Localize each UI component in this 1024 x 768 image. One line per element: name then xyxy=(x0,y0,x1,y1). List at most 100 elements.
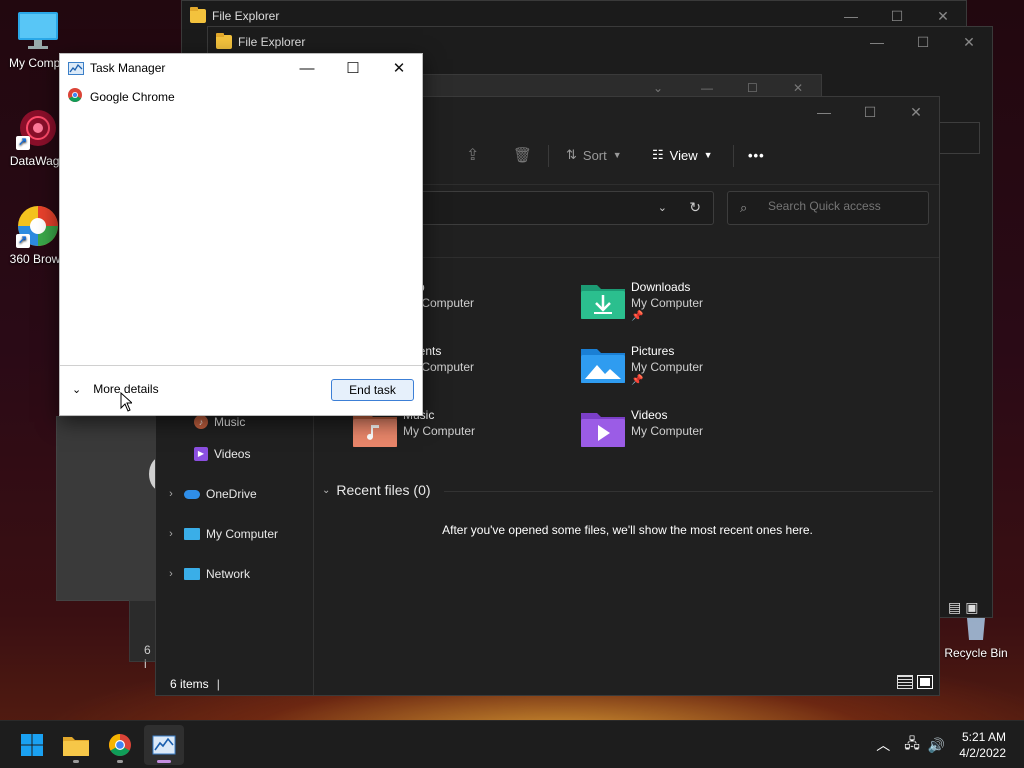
search-icon: ⌕ xyxy=(740,200,748,215)
task-manager-window[interactable]: Task Manager — ☐ ✕ Google Chrome ⌄ More … xyxy=(59,53,423,416)
folder-location: My Computer xyxy=(403,424,476,438)
nav-item-onedrive[interactable]: › OneDrive xyxy=(164,487,257,501)
view-button[interactable]: ☷ View ▼ xyxy=(652,147,713,163)
status-separator: | xyxy=(216,677,220,691)
mouse-cursor xyxy=(120,391,134,415)
folder-tile-downloads[interactable]: Downloads My Computer 📌 xyxy=(581,279,703,322)
more-options-button[interactable]: ••• xyxy=(748,148,765,163)
network-status-icon[interactable]: 🖧 xyxy=(904,733,920,757)
volume-icon[interactable]: 🔊 xyxy=(928,737,945,754)
taskbar-chrome[interactable] xyxy=(100,725,140,765)
sort-label: Sort xyxy=(582,147,607,163)
sort-button[interactable]: ⇅ Sort ▼ xyxy=(566,147,622,163)
share-icon[interactable]: ⇪ xyxy=(466,145,479,165)
minimize-icon[interactable]: — xyxy=(284,54,330,82)
status-items-count: 6 items xyxy=(170,677,209,691)
close-icon[interactable]: ✕ xyxy=(946,27,992,57)
chevron-down-icon[interactable]: ⌄ xyxy=(658,201,667,214)
desktop-icon-recycle-bin[interactable]: Recycle Bin xyxy=(938,612,1014,660)
chevron-up-icon[interactable]: ︿ xyxy=(876,735,890,755)
running-indicator xyxy=(117,760,123,763)
nav-label: My Computer xyxy=(206,527,279,541)
nav-label: Videos xyxy=(214,447,251,461)
desktop-icon-label: Recycle Bin xyxy=(944,646,1008,660)
search-box[interactable]: ⌕ xyxy=(727,191,929,225)
address-bar[interactable]: ⌄ ↻ xyxy=(386,191,714,225)
chevron-down-icon: ▼ xyxy=(703,150,713,160)
recent-files-divider xyxy=(444,491,933,492)
clock[interactable]: 5:21 AM 4/2/2022 xyxy=(945,729,1024,761)
refresh-icon[interactable]: ↻ xyxy=(689,199,701,216)
taskbar-file-explorer[interactable] xyxy=(56,725,96,765)
folder-name: Downloads xyxy=(631,280,691,294)
folder-location: My Computer xyxy=(631,360,704,374)
nav-item-music[interactable]: ♪ Music xyxy=(194,415,245,429)
background-panel-lower: 6 i xyxy=(129,600,157,671)
view-toggle-icons: ▤▣ xyxy=(948,599,983,615)
tiles-view-icon[interactable] xyxy=(917,675,933,689)
window-controls: — ☐ ✕ xyxy=(801,97,939,127)
chevron-right-icon[interactable]: › xyxy=(164,568,178,580)
nav-label: Network xyxy=(206,567,251,581)
recent-files-header[interactable]: ⌄ Recent files (0) xyxy=(322,482,431,498)
task-list-item[interactable]: Google Chrome xyxy=(68,88,175,105)
view-label: View xyxy=(669,147,698,163)
chevron-down-icon: ⌄ xyxy=(72,383,82,396)
folder-name: Videos xyxy=(631,408,668,422)
chevron-right-icon[interactable]: › xyxy=(164,528,178,540)
videos-folder-icon xyxy=(581,407,625,447)
taskbar-task-manager[interactable] xyxy=(144,725,184,765)
details-view-icon[interactable] xyxy=(897,675,913,689)
window-title: File Explorer xyxy=(212,9,280,23)
window-title: File Explorer xyxy=(238,35,306,49)
nav-label: Music xyxy=(214,415,246,429)
minimize-icon[interactable]: — xyxy=(854,27,900,57)
task-list-item-label: Google Chrome xyxy=(90,89,175,104)
nav-item-my-computer[interactable]: › My Computer xyxy=(164,527,278,541)
pin-icon: 📌 xyxy=(631,375,644,386)
monitor-icon xyxy=(184,528,200,540)
maximize-icon[interactable]: ☐ xyxy=(330,54,376,82)
nav-item-network[interactable]: › Network xyxy=(164,567,250,581)
window-controls: — ☐ ✕ xyxy=(284,54,422,82)
shortcut-arrow-icon xyxy=(16,135,30,150)
recent-files-empty-message: After you've opened some files, we'll sh… xyxy=(442,523,813,537)
clock-date: 4/2/2022 xyxy=(959,746,1006,760)
windows-logo-icon xyxy=(21,734,43,756)
toolbar-separator xyxy=(548,145,549,167)
datawago-icon xyxy=(16,106,60,150)
cloud-icon xyxy=(184,489,200,499)
downloads-folder-icon xyxy=(581,279,625,319)
chevron-right-icon[interactable]: › xyxy=(164,488,178,500)
nav-label: OneDrive xyxy=(206,487,257,501)
shortcut-arrow-icon xyxy=(16,233,30,248)
folder-icon xyxy=(63,737,89,756)
more-details-toggle[interactable]: ⌄ More details xyxy=(72,382,159,396)
search-input[interactable] xyxy=(766,198,916,214)
close-icon[interactable]: ✕ xyxy=(376,54,422,82)
task-manager-icon xyxy=(152,735,176,755)
background-panel xyxy=(56,416,173,601)
close-icon[interactable]: ✕ xyxy=(893,97,939,127)
network-icon xyxy=(184,568,200,580)
maximize-icon[interactable]: ☐ xyxy=(900,27,946,57)
delete-icon[interactable]: 🗑 xyxy=(513,146,532,164)
end-task-button[interactable]: End task xyxy=(331,379,414,401)
maximize-icon[interactable]: ☐ xyxy=(847,97,893,127)
folder-icon xyxy=(216,33,232,49)
start-button[interactable] xyxy=(12,725,52,765)
chevron-down-icon: ⌄ xyxy=(653,81,664,95)
nav-item-videos[interactable]: ▶ Videos xyxy=(194,447,250,461)
minimize-icon[interactable]: — xyxy=(801,97,847,127)
folder-location: My Computer xyxy=(631,296,704,310)
music-icon: ♪ xyxy=(194,415,208,429)
folder-tile-videos[interactable]: Videos My Computer xyxy=(581,407,703,447)
task-manager-footer: ⌄ More details End task xyxy=(60,365,422,415)
maximize-icon: ☐ xyxy=(747,81,758,95)
minimize-icon: — xyxy=(701,81,713,95)
monitor-icon xyxy=(16,8,60,52)
recent-files-label: Recent files (0) xyxy=(336,482,431,498)
videos-icon: ▶ xyxy=(194,447,208,461)
pin-icon: 📌 xyxy=(631,311,644,322)
folder-tile-pictures[interactable]: Pictures My Computer 📌 xyxy=(581,343,703,386)
